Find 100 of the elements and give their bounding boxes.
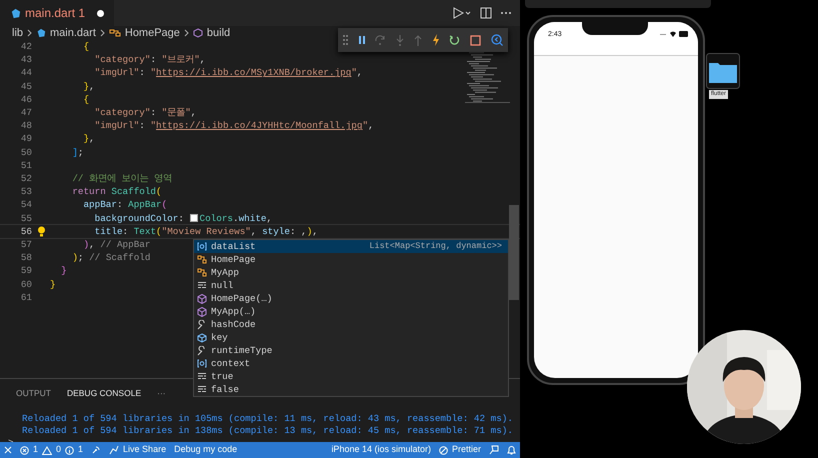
variable-icon — [197, 359, 207, 368]
line-number: 53 — [20, 185, 32, 198]
restart-icon[interactable] — [449, 34, 460, 46]
lightning-icon[interactable] — [432, 34, 440, 46]
line-number: 61 — [20, 290, 32, 304]
line-number: 54 — [20, 198, 32, 212]
status-icons-drawing — [660, 31, 688, 37]
breadcrumb-item[interactable]: build — [206, 24, 230, 42]
line-number: 51 — [20, 158, 32, 172]
device-selector[interactable]: iPhone 14 (ios simulator) — [331, 443, 431, 457]
line-number: 49 — [20, 132, 32, 146]
line-number: 45 — [20, 80, 32, 93]
code-line: return Scaffold( — [71, 185, 162, 198]
feedback-button[interactable] — [489, 445, 499, 455]
chevron-icon — [100, 29, 105, 37]
panel-tab[interactable]: DEBUG CONSOLE — [58, 387, 150, 400]
code-line: appBar: AppBar( — [82, 198, 168, 212]
suggestion-item[interactable]: runtimeType — [194, 344, 508, 357]
breadcrumb-item[interactable]: HomePage — [124, 24, 180, 42]
devtools-icon[interactable] — [491, 34, 503, 46]
broadcast-button[interactable] — [91, 445, 102, 455]
run-icon[interactable] — [452, 7, 472, 19]
prettier-status[interactable]: Prettier — [438, 443, 481, 457]
panel-tab[interactable]: OUTPUT — [8, 387, 59, 400]
debug-status[interactable]: Debug my code — [174, 443, 238, 457]
suggestion-item[interactable]: dataList List<Map<String, dynamic>> — [194, 240, 508, 253]
code-line: } — [50, 278, 56, 291]
lightbulb-icon[interactable] — [36, 226, 46, 237]
warning-icon — [42, 446, 52, 454]
info-icon — [65, 446, 74, 454]
code-line: ); // Scaffold — [71, 251, 150, 264]
line-number: 44 — [20, 66, 32, 80]
more-tabs[interactable]: ··· — [149, 387, 174, 400]
scrollbar-thumb[interactable] — [509, 205, 519, 300]
method-icon — [197, 294, 207, 304]
code-line: backgroundColor: Colors.white, — [94, 212, 272, 225]
notch — [582, 22, 648, 35]
code-line: "imgUrl": "https://i.ibb.co/MSy1XNB/broker.jpg", — [94, 66, 362, 80]
suggestion-item[interactable]: context — [194, 357, 508, 370]
suggestion-item[interactable]: HomePage — [194, 253, 508, 266]
code-line: "category": "문폴", — [94, 106, 196, 120]
more-icon[interactable] — [500, 11, 512, 15]
drag-handle-icon[interactable] — [342, 35, 348, 45]
class-icon — [197, 268, 207, 277]
code-line: }, — [82, 80, 95, 93]
split-editor-icon[interactable] — [480, 7, 492, 19]
breadcrumb-item[interactable]: lib — [12, 24, 24, 42]
code-line: { — [82, 92, 90, 106]
minimap-drawing[interactable] — [465, 50, 510, 105]
color-swatch[interactable] — [190, 214, 198, 222]
disabled-icon — [438, 446, 448, 454]
pause-icon[interactable] — [358, 35, 366, 45]
line-number: 55 — [20, 212, 32, 225]
breadcrumb-item[interactable]: main.dart — [50, 24, 96, 42]
output-line: Reloaded 1 of 594 libraries in 105ms (compile: 11 ms, reload: 43 ms, reassemble: 42 ms). — [21, 412, 514, 425]
editor-tab[interactable]: main.dart 1 — [0, 0, 114, 26]
line-number: 42 — [20, 40, 32, 54]
line-number: 50 — [20, 146, 32, 159]
keyword-icon — [197, 281, 207, 290]
code-line: "imgUrl": "https://i.ibb.co/4JYHHtc/Moonfall.jpg", — [94, 119, 374, 132]
code-line: ]; — [71, 146, 84, 159]
line-number: 47 — [20, 106, 32, 120]
method-icon — [197, 306, 207, 316]
line-number: 48 — [20, 119, 32, 132]
notifications-button[interactable] — [507, 445, 516, 455]
dart-icon — [10, 8, 21, 18]
class-icon — [108, 28, 121, 38]
chevron-icon — [27, 29, 32, 37]
wrench-icon — [197, 320, 207, 330]
type-hint: List<Map<String, dynamic>> — [369, 240, 503, 253]
suggestion-item[interactable]: false — [194, 383, 508, 396]
suggestion-item[interactable]: HomePage(…) — [194, 292, 508, 305]
step-out-icon[interactable] — [414, 34, 422, 46]
suggestion-item[interactable]: null — [194, 279, 508, 292]
line-number: 46 — [20, 92, 32, 106]
line-number: 59 — [20, 264, 32, 278]
keyword-icon — [197, 372, 207, 381]
error-icon — [20, 446, 29, 454]
suggestion-item[interactable]: MyApp(…) — [194, 305, 508, 318]
suggestion-item[interactable]: key — [194, 331, 508, 344]
method-icon — [192, 28, 203, 38]
problems-indicator[interactable]: 1 0 1 — [20, 443, 84, 457]
live-share-icon — [109, 445, 120, 455]
broadcast-icon — [91, 445, 102, 455]
suggestion-item[interactable]: true — [194, 370, 508, 383]
line-number: 56 — [20, 224, 32, 238]
stop-icon[interactable] — [470, 34, 482, 46]
suggestion-item[interactable]: MyApp — [194, 266, 508, 279]
folder-icon[interactable] — [706, 53, 740, 89]
dart-icon — [36, 28, 46, 38]
step-into-icon[interactable] — [396, 34, 404, 46]
keyword-icon — [197, 385, 207, 394]
wrench-icon — [197, 346, 207, 356]
line-number: 57 — [20, 238, 32, 252]
line-number: 60 — [20, 278, 32, 291]
live-share-button[interactable]: Live Share — [109, 443, 166, 457]
step-over-icon[interactable] — [375, 35, 386, 45]
class-icon — [197, 255, 207, 264]
line-number: 43 — [20, 53, 32, 66]
suggestion-item[interactable]: hashCode — [194, 318, 508, 331]
